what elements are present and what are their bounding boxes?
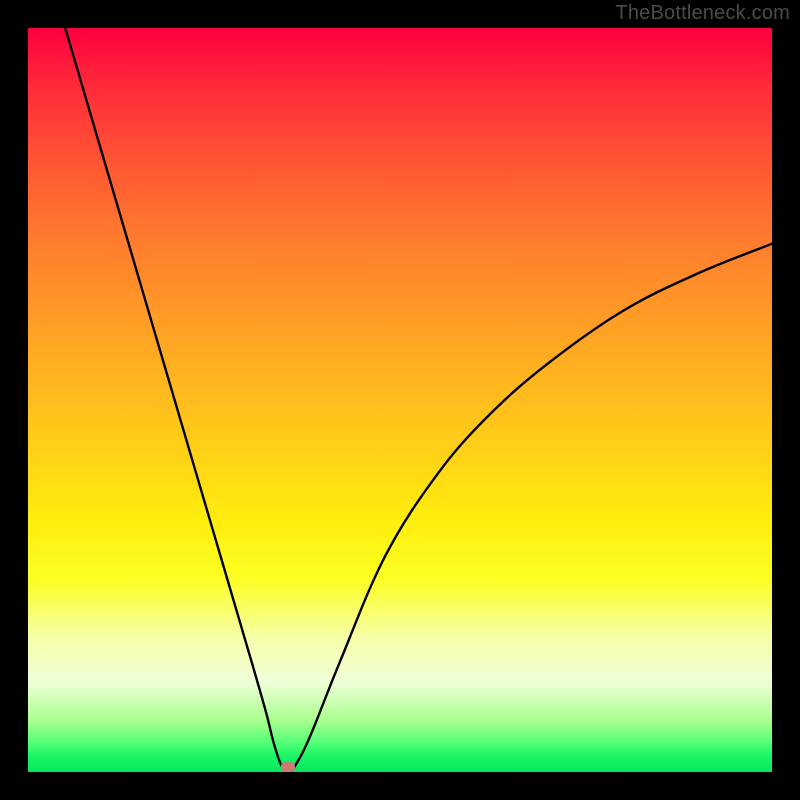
watermark-text: TheBottleneck.com: [615, 2, 790, 25]
bottleneck-curve: [65, 28, 772, 772]
plot-area: [28, 28, 772, 772]
curve-svg: [28, 28, 772, 772]
minimum-marker: [281, 762, 295, 772]
chart-frame: TheBottleneck.com: [0, 0, 800, 800]
